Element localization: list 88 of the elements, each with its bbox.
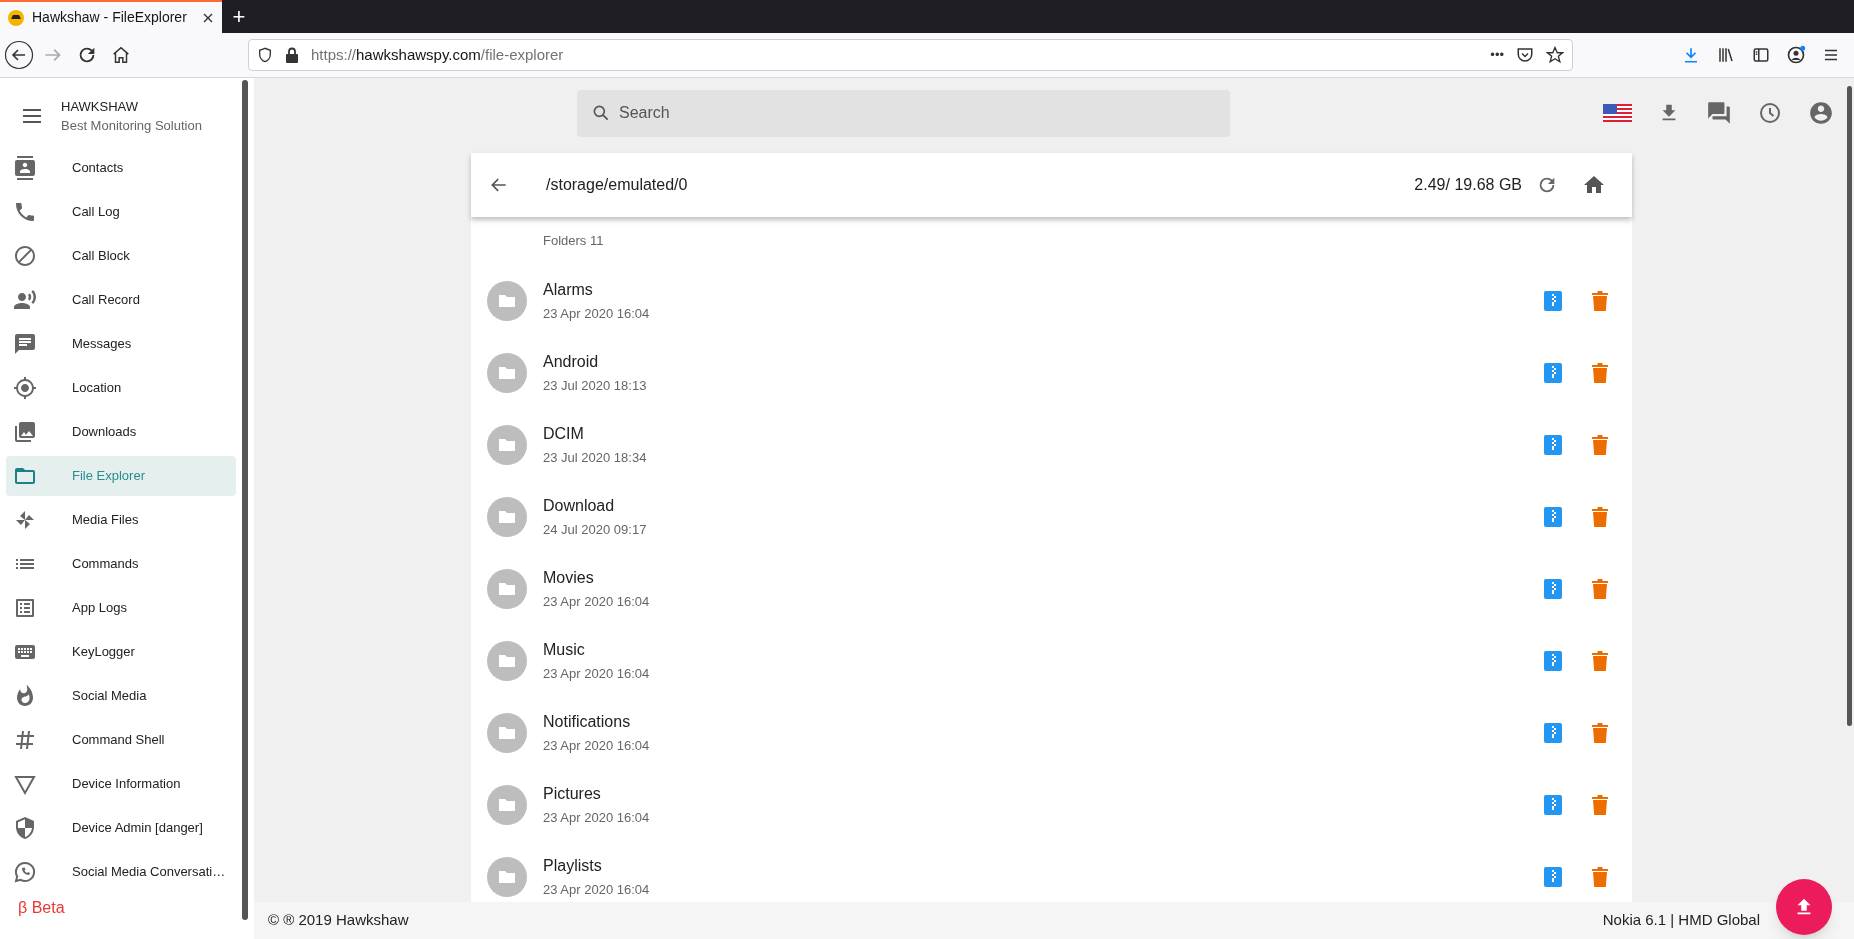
zip-file-icon[interactable] xyxy=(1544,866,1562,887)
url-text: https://hawkshawspy.com/file-explorer xyxy=(311,44,564,65)
new-tab-button[interactable]: + xyxy=(222,0,256,33)
folder-avatar-icon xyxy=(487,568,527,609)
folder-date: 23 Apr 2020 16:04 xyxy=(543,808,650,827)
storage-usage: 2.49/ 19.68 GB xyxy=(1414,175,1522,195)
trash-icon[interactable] xyxy=(1592,722,1608,743)
menu-icon[interactable] xyxy=(22,108,42,124)
zip-file-icon[interactable] xyxy=(1544,362,1562,383)
folder-avatar-icon xyxy=(487,856,527,897)
folder-avatar-icon xyxy=(487,640,527,681)
trash-icon[interactable] xyxy=(1592,362,1608,383)
zip-file-icon[interactable] xyxy=(1544,434,1562,455)
photos-icon xyxy=(13,420,37,444)
beta-label: β Beta xyxy=(17,898,66,918)
device-name: Nokia 6.1 | HMD Global xyxy=(1602,910,1760,931)
zip-file-icon[interactable] xyxy=(1544,578,1562,599)
chat-phone-icon xyxy=(13,860,37,884)
star-icon[interactable] xyxy=(1546,46,1564,64)
trash-icon[interactable] xyxy=(1592,434,1608,455)
folder-avatar-icon xyxy=(487,424,527,465)
folder-name[interactable]: Pictures xyxy=(543,781,650,806)
sidebar-icon[interactable] xyxy=(1752,46,1770,64)
trash-icon[interactable] xyxy=(1592,290,1608,311)
folder-name[interactable]: Alarms xyxy=(543,277,650,302)
folder-avatar-icon xyxy=(487,496,527,537)
tagline: Best Monitoring Solution xyxy=(61,117,202,135)
trash-icon[interactable] xyxy=(1592,866,1608,887)
folder-date: 23 Apr 2020 16:04 xyxy=(543,304,650,323)
zip-file-icon[interactable] xyxy=(1544,290,1562,311)
chat-icon[interactable] xyxy=(1706,100,1732,126)
folder-date: 23 Apr 2020 16:04 xyxy=(543,736,650,755)
crosshair-icon xyxy=(13,376,37,400)
page-actions-button[interactable]: ••• xyxy=(1490,45,1504,65)
hash-icon xyxy=(13,728,37,752)
zip-file-icon[interactable] xyxy=(1544,794,1562,815)
folder-avatar-icon xyxy=(487,784,527,825)
back-icon[interactable] xyxy=(4,40,34,70)
hat-logo-icon xyxy=(8,9,24,26)
folder-name[interactable]: Playlists xyxy=(543,853,650,878)
lock-icon xyxy=(285,47,299,63)
trash-icon[interactable] xyxy=(1592,794,1608,815)
library-icon[interactable] xyxy=(1716,46,1736,64)
tab-title: Hawkshaw - FileExplorer xyxy=(32,8,187,27)
close-icon[interactable] xyxy=(202,11,214,24)
account-icon[interactable] xyxy=(1786,45,1806,65)
copyright-text: © ® 2019 Hawkshaw xyxy=(268,910,409,931)
zip-file-icon[interactable] xyxy=(1544,722,1562,743)
folder-name[interactable]: Music xyxy=(543,637,650,662)
folder-name[interactable]: Notifications xyxy=(543,709,650,734)
folder-date: 23 Apr 2020 16:04 xyxy=(543,880,650,899)
block-icon xyxy=(13,244,37,268)
zip-file-icon[interactable] xyxy=(1544,650,1562,671)
folder-avatar-icon xyxy=(487,280,527,321)
folder-name[interactable]: Android xyxy=(543,349,647,374)
folder-avatar-icon xyxy=(487,712,527,753)
folder-date: 23 Apr 2020 16:04 xyxy=(543,592,650,611)
message-icon xyxy=(13,332,37,356)
upload-button[interactable] xyxy=(1776,879,1832,935)
trash-icon[interactable] xyxy=(1592,506,1608,527)
trash-icon[interactable] xyxy=(1592,650,1608,671)
checklist-icon xyxy=(13,596,37,620)
folder-name[interactable]: DCIM xyxy=(543,421,647,446)
search-field[interactable]: Search xyxy=(577,89,1230,137)
person-speaking-icon xyxy=(13,288,37,312)
folder-avatar-icon xyxy=(487,352,527,393)
shield-icon xyxy=(13,816,37,840)
folder-name[interactable]: Download xyxy=(543,493,647,518)
flag-icon[interactable] xyxy=(1603,104,1632,122)
phone-icon xyxy=(13,200,37,224)
url-bar[interactable]: https://hawkshawspy.com/file-explorer ••• xyxy=(248,39,1573,71)
zip-file-icon[interactable] xyxy=(1544,506,1562,527)
folder-count: Folders 11 xyxy=(542,232,605,250)
download-icon[interactable] xyxy=(1682,46,1700,64)
contacts-icon xyxy=(13,156,37,180)
folder-name[interactable]: Movies xyxy=(543,565,650,590)
browser-tab[interactable]: Hawkshaw - FileExplorer xyxy=(0,0,222,33)
brand-name: HAWKSHAW xyxy=(61,97,140,116)
clock-icon[interactable] xyxy=(1758,101,1782,125)
folder-date: 23 Jul 2020 18:13 xyxy=(543,376,647,395)
folder-path: /storage/emulated/0 xyxy=(546,175,688,195)
shield-icon xyxy=(257,47,273,63)
trash-icon[interactable] xyxy=(1592,578,1608,599)
home-icon[interactable] xyxy=(110,44,132,66)
folder-date: 23 Jul 2020 18:34 xyxy=(543,448,647,467)
folder-date: 23 Apr 2020 16:04 xyxy=(543,664,650,683)
pocket-icon[interactable] xyxy=(1516,46,1534,64)
folder-date: 24 Jul 2020 09:17 xyxy=(543,520,647,539)
